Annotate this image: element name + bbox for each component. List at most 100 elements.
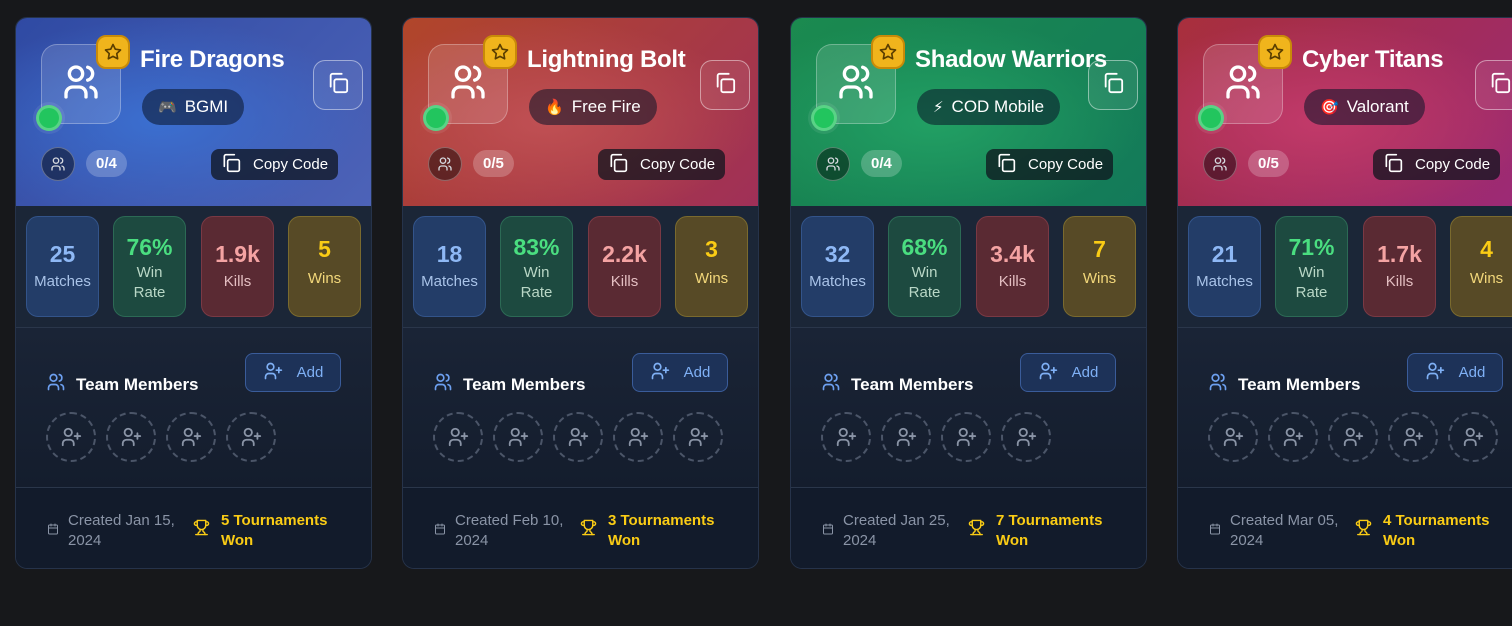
stat-label: Matches	[1196, 273, 1253, 290]
stat-wins: 3 Wins	[675, 216, 748, 317]
empty-member-slot[interactable]	[493, 412, 543, 462]
copy-button[interactable]	[313, 60, 363, 110]
stat-matches: 25 Matches	[26, 216, 99, 317]
add-member-icon	[241, 427, 262, 447]
team-card-footer: Created Mar 05, 2024 4 Tournaments Won	[1178, 489, 1512, 568]
tournaments-won: 7 Tournaments Won	[996, 512, 1103, 549]
stat-kills: 2.2k Kills	[588, 216, 661, 317]
copy-code-button[interactable]: Copy Code	[986, 149, 1114, 180]
copy-code-label: Copy Code	[1028, 156, 1104, 173]
tournaments-won: 3 Tournaments Won	[608, 512, 715, 549]
stat-label: Win Rate	[133, 264, 166, 301]
team-members-heading: Team Members	[433, 372, 586, 397]
team-members-heading: Team Members	[46, 372, 199, 397]
stat-matches: 21 Matches	[1188, 216, 1261, 317]
empty-member-slot[interactable]	[1448, 412, 1498, 462]
stat-value: 83%	[513, 234, 560, 260]
add-member-button[interactable]: Add	[1020, 353, 1116, 392]
stat-kills: 3.4k Kills	[976, 216, 1049, 317]
stat-label: Wins	[1469, 270, 1504, 287]
stat-value: 7	[1093, 236, 1106, 262]
team-card[interactable]: Shadow Warriors ⚡ COD Mobile 0/4 Copy Co…	[790, 17, 1147, 569]
add-label: Add	[1071, 364, 1099, 381]
empty-member-slot[interactable]	[821, 412, 871, 462]
target-icon: 🎯	[1320, 98, 1339, 116]
team-members-heading: Team Members	[1208, 372, 1361, 397]
stat-label: Win Rate	[520, 264, 553, 301]
add-member-icon	[121, 427, 142, 447]
empty-member-slot[interactable]	[166, 412, 216, 462]
copy-code-label: Copy Code	[1415, 156, 1491, 173]
empty-member-slot[interactable]	[226, 412, 276, 462]
empty-member-slot[interactable]	[881, 412, 931, 462]
stat-value: 21	[1211, 241, 1238, 267]
member-count-badge: 0/4	[86, 150, 127, 177]
add-member-icon	[1343, 427, 1364, 447]
empty-member-slot[interactable]	[941, 412, 991, 462]
stat-win-rate: 71% Win Rate	[1275, 216, 1348, 317]
team-members-title: Team Members	[463, 374, 586, 394]
stat-label: Win Rate	[1295, 264, 1328, 301]
team-members-heading: Team Members	[821, 372, 974, 397]
empty-member-slot[interactable]	[1208, 412, 1258, 462]
add-member-icon	[568, 427, 589, 447]
stat-label: Matches	[421, 273, 478, 290]
team-card-header: Fire Dragons 🎮 BGMI 0/4 Copy Code	[16, 18, 371, 206]
copy-icon	[714, 72, 736, 99]
add-label: Add	[683, 364, 711, 381]
empty-member-slot[interactable]	[433, 412, 483, 462]
stat-value: 71%	[1288, 234, 1335, 260]
team-members-section: Team Members Add	[791, 328, 1146, 488]
empty-member-slot[interactable]	[1001, 412, 1051, 462]
stat-label: Wins	[1082, 270, 1117, 287]
empty-member-slot[interactable]	[1388, 412, 1438, 462]
team-stats: 25 Matches 76% Win Rate 1.9k Kills 5 Win…	[16, 206, 371, 328]
empty-member-slot[interactable]	[46, 412, 96, 462]
team-card-footer: Created Feb 10, 2024 3 Tournaments Won	[403, 489, 758, 568]
stat-wins: 4 Wins	[1450, 216, 1512, 317]
copy-code-button[interactable]: Copy Code	[598, 149, 726, 180]
add-member-icon	[628, 427, 649, 447]
trophy-icon	[193, 519, 210, 541]
tournaments-won: 4 Tournaments Won	[1383, 512, 1490, 549]
empty-member-slot[interactable]	[673, 412, 723, 462]
star-icon	[483, 35, 517, 69]
team-members-section: Team Members Add	[1178, 328, 1512, 488]
users-icon	[61, 62, 101, 107]
stat-label: Kills	[223, 273, 252, 290]
stat-kills: 1.9k Kills	[201, 216, 274, 317]
stat-matches: 32 Matches	[801, 216, 874, 317]
add-member-icon	[1223, 427, 1244, 447]
team-card-footer: Created Jan 15, 2024 5 Tournaments Won	[16, 489, 371, 568]
team-card[interactable]: Lightning Bolt 🔥 Free Fire 0/5 Copy Code…	[402, 17, 759, 569]
stat-value: 18	[436, 241, 463, 267]
add-member-icon	[448, 427, 469, 447]
copy-button[interactable]	[1088, 60, 1138, 110]
team-name: Cyber Titans	[1302, 46, 1444, 73]
empty-member-slot[interactable]	[1328, 412, 1378, 462]
team-card[interactable]: Fire Dragons 🎮 BGMI 0/4 Copy Code 25 Mat…	[15, 17, 372, 569]
copy-icon	[996, 153, 1016, 177]
add-member-icon	[1463, 427, 1484, 447]
add-member-icon	[1283, 427, 1304, 447]
copy-button[interactable]	[700, 60, 750, 110]
copy-button[interactable]	[1475, 60, 1512, 110]
add-label: Add	[1458, 364, 1486, 381]
members-icon	[41, 147, 75, 181]
copy-code-label: Copy Code	[253, 156, 329, 173]
add-member-button[interactable]: Add	[632, 353, 728, 392]
add-member-button[interactable]: Add	[245, 353, 341, 392]
empty-member-slot[interactable]	[613, 412, 663, 462]
team-card[interactable]: Cyber Titans 🎯 Valorant 0/5 Copy Code 21…	[1177, 17, 1512, 569]
created-date: Created Jan 25, 2024	[843, 512, 950, 549]
team-members-title: Team Members	[851, 374, 974, 394]
team-card-header: Shadow Warriors ⚡ COD Mobile 0/4 Copy Co…	[791, 18, 1146, 206]
stat-label: Kills	[998, 273, 1027, 290]
copy-code-button[interactable]: Copy Code	[211, 149, 339, 180]
copy-code-button[interactable]: Copy Code	[1373, 149, 1501, 180]
empty-member-slot[interactable]	[553, 412, 603, 462]
empty-member-slot[interactable]	[1268, 412, 1318, 462]
users-icon	[836, 62, 876, 107]
add-member-button[interactable]: Add	[1407, 353, 1503, 392]
empty-member-slot[interactable]	[106, 412, 156, 462]
